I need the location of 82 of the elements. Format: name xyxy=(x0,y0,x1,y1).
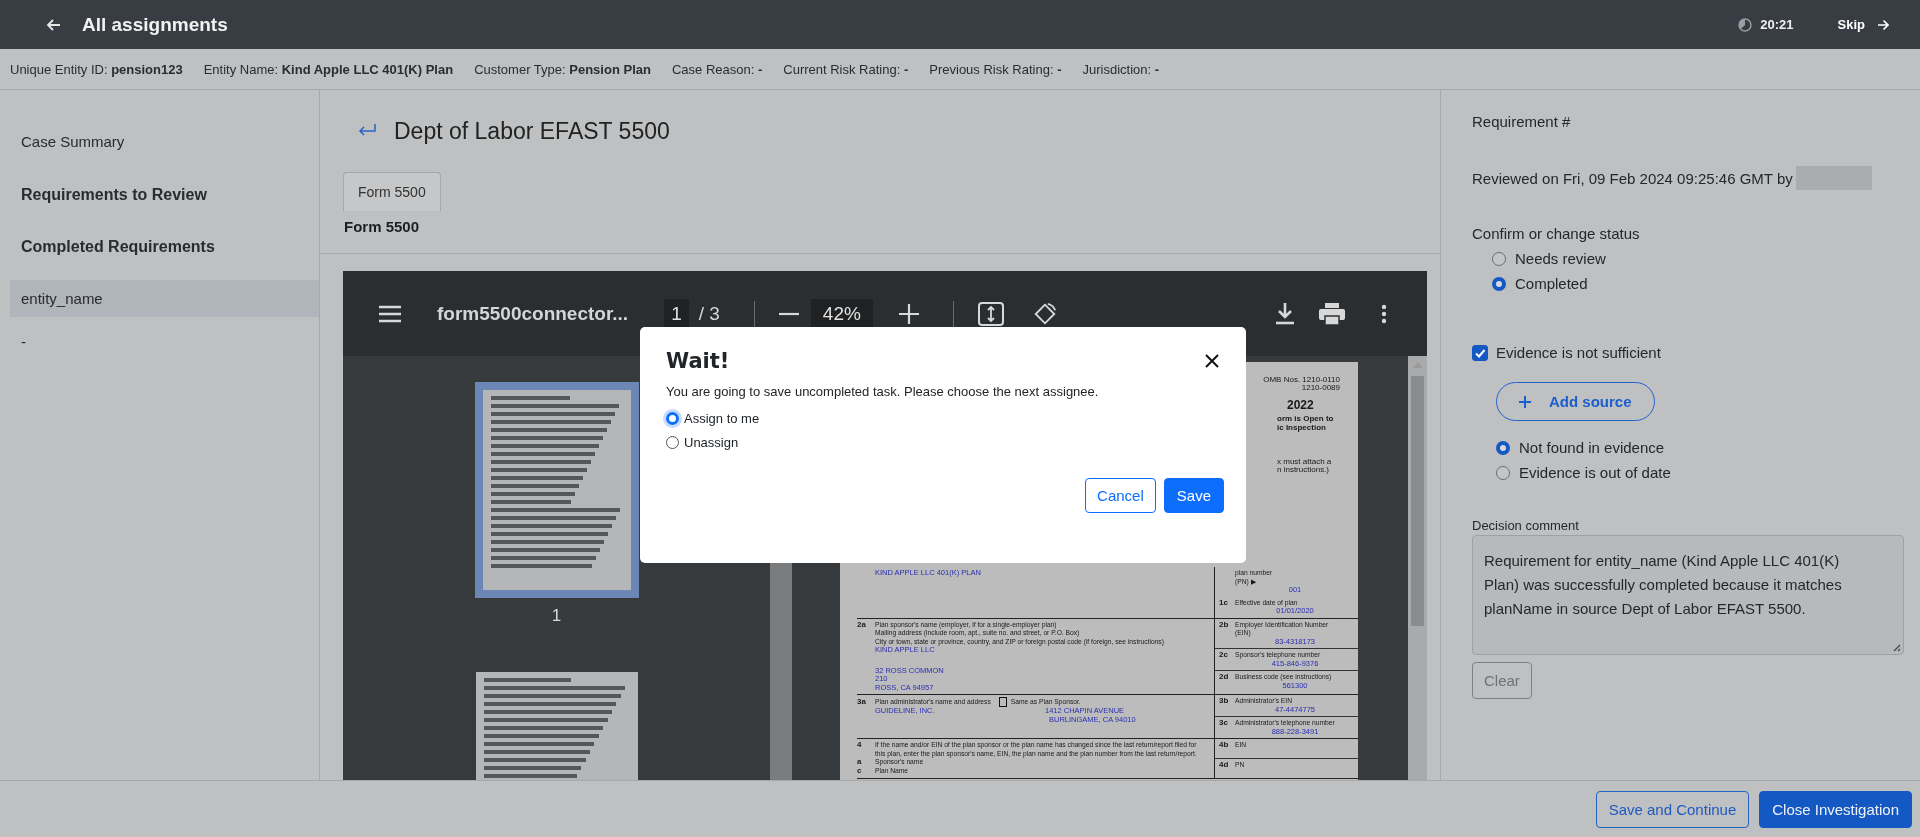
plus-icon xyxy=(1519,395,1531,408)
section-title: Form 5500 xyxy=(343,217,421,235)
sidebar-item[interactable]: - xyxy=(0,323,319,360)
sidebar-heading: Completed Requirements xyxy=(20,237,216,257)
page-title: All assignments xyxy=(82,13,228,36)
right-arrow-icon xyxy=(1877,18,1889,31)
save-button[interactable]: Save xyxy=(1163,478,1224,513)
case-info-item: Customer Type: Pension Plan xyxy=(474,61,651,77)
zoom-in-icon[interactable] xyxy=(898,303,919,324)
dialog-message: You are going to save uncompleted task. Please choose the next assignee. xyxy=(666,384,1100,399)
page-number-field[interactable]: 1 xyxy=(664,298,689,329)
form-item-number: 3b xyxy=(1219,697,1230,707)
radio-button[interactable] xyxy=(1496,440,1510,455)
checkbox-label: Evidence is not sufficient xyxy=(1496,344,1661,361)
form-item-number: 1c xyxy=(1219,598,1229,609)
form-item-number: 4d xyxy=(1219,761,1230,771)
case-info-item: Entity Name: Kind Apple LLC 401(K) Plan xyxy=(203,61,454,77)
sidebar-item[interactable]: Case Summary xyxy=(0,123,319,160)
form-header-text: ic Inspection xyxy=(1277,423,1326,432)
document-title: Dept of Labor EFAST 5500 xyxy=(394,117,670,145)
form-header-text: OMB Nos. 1210-0110 xyxy=(1263,376,1340,384)
close-investigation-button[interactable]: Close Investigation xyxy=(1759,790,1912,828)
status-label: Confirm or change status xyxy=(1472,225,1641,242)
scrollbar[interactable] xyxy=(1408,356,1427,780)
form-item-number: c xyxy=(857,766,863,775)
download-icon[interactable] xyxy=(1275,302,1295,325)
skip-button[interactable]: Skip xyxy=(1837,17,1889,32)
checkbox[interactable] xyxy=(1472,344,1488,361)
timer-text: 20:21 xyxy=(1760,17,1794,32)
form-header-text: x must attach a xyxy=(1277,458,1332,466)
radio-label: Needs review xyxy=(1515,250,1606,267)
menu-icon[interactable] xyxy=(379,304,401,323)
more-options-icon[interactable] xyxy=(1381,303,1387,324)
close-icon[interactable] xyxy=(1205,354,1219,368)
document-tab[interactable]: Form 5500 xyxy=(343,172,441,211)
timer-icon xyxy=(1738,17,1753,32)
resize-grip-icon[interactable] xyxy=(1891,642,1901,652)
save-and-continue-button[interactable]: Save and Continue xyxy=(1595,790,1750,828)
form-item-number: 4b xyxy=(1219,741,1230,751)
fit-page-icon[interactable] xyxy=(977,301,1004,326)
case-info-item: Jurisdiction: - xyxy=(1082,61,1160,77)
dialog-title: Wait! xyxy=(666,349,730,373)
back-arrow-icon[interactable] xyxy=(46,16,62,33)
case-info-item: Current Risk Rating: - xyxy=(783,61,909,77)
radio-button[interactable] xyxy=(666,412,679,425)
radio-button[interactable] xyxy=(1492,276,1506,291)
case-info-item: Previous Risk Rating: - xyxy=(929,61,1062,77)
form-header-text: 1210-0089 xyxy=(1301,384,1340,392)
case-info-item: Case Reason: - xyxy=(671,61,763,77)
print-icon[interactable] xyxy=(1319,302,1345,325)
form-item-number: 3a xyxy=(857,697,867,707)
requirement-heading: Requirement # xyxy=(1472,113,1572,130)
radio-label: Evidence is out of date xyxy=(1519,464,1671,481)
radio-label: Assign to me xyxy=(684,411,760,426)
form-item-number: 3c xyxy=(1219,719,1229,729)
form-header-text: orm is Open to xyxy=(1277,414,1334,423)
form-item-number: 2b xyxy=(1219,620,1230,631)
radio-label: Unassign xyxy=(684,435,739,450)
zoom-field[interactable]: 42% xyxy=(810,298,873,329)
cancel-button[interactable]: Cancel xyxy=(1085,478,1156,513)
file-name: form5500connector... xyxy=(437,302,629,325)
radio-label: Completed xyxy=(1515,275,1588,292)
form-header-text: n instructions.) xyxy=(1277,466,1330,474)
radio-label: Not found in evidence xyxy=(1519,439,1665,456)
form-header-text: 2022 xyxy=(1287,397,1314,414)
form-item-number: 2c xyxy=(1219,651,1229,661)
thumbnail-page-number: 1 xyxy=(551,606,562,626)
case-info-item: Unique Entity ID: pension123 xyxy=(10,61,183,77)
radio-button[interactable] xyxy=(1492,251,1506,266)
page-count: / 3 xyxy=(698,302,720,325)
form-item-number: 2a xyxy=(857,620,867,629)
form-item-number: a xyxy=(857,758,863,767)
review-info: Reviewed on Fri, 09 Feb 2024 09:25:46 GMT by xyxy=(1472,169,1793,187)
sidebar-heading: Requirements to Review xyxy=(20,185,208,205)
form-item-number: 4 xyxy=(857,741,863,750)
page-thumbnail[interactable] xyxy=(474,382,639,598)
radio-button[interactable] xyxy=(1496,465,1510,480)
form-item-number: 2d xyxy=(1219,673,1230,683)
sidebar-item[interactable]: entity_name xyxy=(10,280,319,317)
comment-field[interactable]: Requirement for entity_name (Kind Apple LLC 401(K) Plan) was successfully completed because it matches planName in source Dept of Labor EFAST 5500. xyxy=(1472,535,1904,655)
comment-label: Decision comment xyxy=(1472,518,1580,533)
zoom-out-icon[interactable] xyxy=(778,311,799,316)
